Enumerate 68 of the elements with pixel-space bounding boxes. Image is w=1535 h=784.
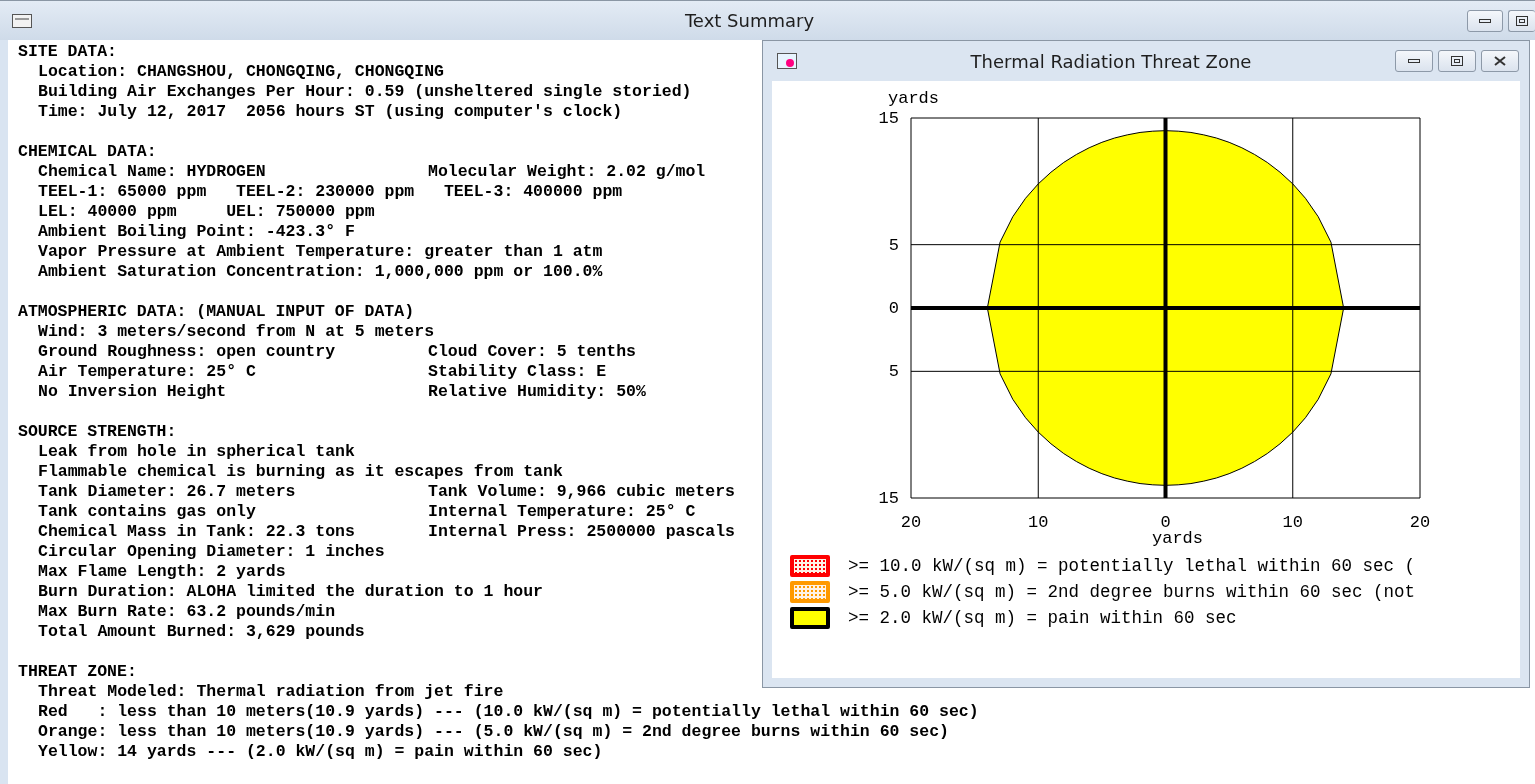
axis-tick-label: 10 [1028,513,1049,532]
summary-line: Time: July 12, 2017 2056 hours ST (using computer's clock) [38,102,623,122]
summary-line: Internal Temperature: 25° C [428,502,696,522]
axis-tick-label: 10 [1282,513,1303,532]
summary-line: Air Temperature: 25° C [38,362,257,382]
axis-tick-label: 5 [888,362,899,382]
summary-line: Chemical Mass in Tank: 22.3 tons [38,522,356,542]
axis-title: yards [1152,529,1203,548]
summary-line: TEEL-1: 65000 ppm TEEL-2: 230000 ppm TEEL-3: 400000 ppm [38,182,623,202]
minimize-icon [1408,58,1420,64]
section-heading: SOURCE STRENGTH: [18,422,177,442]
summary-line: Red : less than 10 meters(10.9 yards) --- (10.0 kW/(sq m) = potentially lethal within 60 sec) [38,702,979,722]
axis-tick-label: 0 [888,299,899,318]
summary-line: Tank Diameter: 26.7 meters [38,482,297,502]
summary-line: Tank contains gas only [38,502,257,522]
summary-line: Yellow: 14 yards --- (2.0 kW/(sq m) = pain within 60 sec) [38,742,603,762]
summary-line: Ambient Boiling Point: -423.3° F [38,222,356,242]
section-heading: CHEMICAL DATA: [18,142,157,162]
summary-line: Max Flame Length: 2 yards [38,562,287,582]
summary-line: Internal Press: 2500000 pascals [428,522,735,542]
summary-line: Orange: less than 10 meters(10.9 yards) --- (5.0 kW/(sq m) = 2nd degree burns within 60 sec) [38,722,949,742]
summary-line: Vapor Pressure at Ambient Temperature: greater than 1 atm [38,242,603,262]
axis-tick-label: 20 [900,513,922,532]
axis-tick-label: 15 [878,489,899,508]
summary-line: Relative Humidity: 50% [428,382,646,402]
summary-line: Tank Volume: 9,966 cubic meters [428,482,735,502]
window-icon [777,53,797,69]
window-title: Thermal Radiation Threat Zone [969,50,1253,72]
summary-line: Total Amount Burned: 3,629 pounds [38,622,366,642]
summary-line: Ground Roughness: open country [38,342,337,362]
axis-tick-label: 20 [1409,513,1431,532]
restore-icon [1516,15,1528,26]
summary-line: Max Burn Rate: 63.2 pounds/min [38,602,337,622]
close-button[interactable] [1481,50,1519,72]
document-icon [12,13,32,28]
restore-button[interactable] [1508,9,1535,32]
section-heading: ATMOSPHERIC DATA: (MANUAL INPUT OF DATA) [18,302,415,322]
summary-line: Molecular Weight: 2.02 g/mol [428,162,706,182]
axis-tick-label: 15 [878,109,899,128]
restore-button[interactable] [1438,50,1476,72]
summary-line: Ambient Saturation Concentration: 1,000,000 ppm or 100.0% [38,262,603,282]
close-icon [1494,56,1506,66]
summary-line: Building Air Exchanges Per Hour: 0.59 (unsheltered single storied) [38,82,692,102]
summary-line: Circular Opening Diameter: 1 inches [38,542,386,562]
window-title: Text Summary [683,10,816,31]
summary-line: Wind: 3 meters/second from N at 5 meters [38,322,435,342]
axis-tick-label: 5 [888,235,899,255]
axis-tick-label: 0 [1160,513,1171,532]
axis-title: yards [888,89,939,108]
summary-line: Threat Modeled: Thermal radiation from jet fire [38,682,504,702]
legend-label: >= 2.0 kW/(sq m) = pain within 60 sec [848,608,1237,628]
summary-line: LEL: 40000 ppm UEL: 750000 ppm [38,202,376,222]
section-heading: SITE DATA: [18,42,118,62]
section-heading: THREAT ZONE: [18,662,137,682]
minimize-icon [1479,17,1491,24]
summary-line: Leak from hole in spherical tank [38,442,356,462]
summary-line: Burn Duration: ALOHA limited the duration to 1 hour [38,582,543,602]
restore-icon [1451,56,1463,66]
legend-label: >= 10.0 kW/(sq m) = potentially lethal within 60 sec ( [848,556,1416,576]
summary-line: Flammable chemical is burning as it escapes from tank [38,462,563,482]
summary-line: Stability Class: E [428,362,607,382]
summary-line: Chemical Name: HYDROGEN [38,162,267,182]
minimize-button[interactable] [1467,9,1503,32]
summary-line: Cloud Cover: 5 tenths [428,342,636,362]
minimize-button[interactable] [1395,50,1433,72]
legend-label: >= 5.0 kW/(sq m) = 2nd degree burns within 60 sec (not [848,582,1416,602]
summary-line: No Inversion Height [38,382,228,402]
summary-line: Location: CHANGSHOU, CHONGQING, CHONGQING [38,62,444,82]
